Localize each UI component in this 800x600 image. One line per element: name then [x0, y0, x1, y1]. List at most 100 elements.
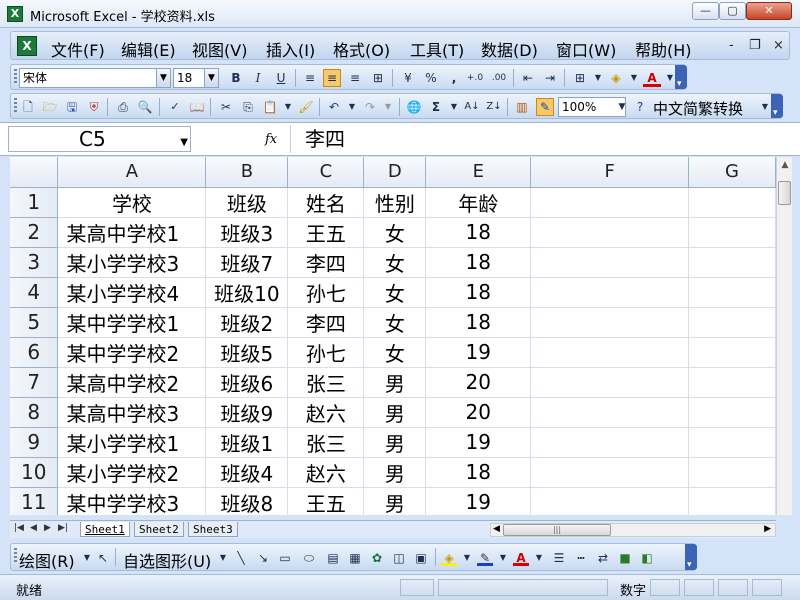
- cell[interactable]: 王五: [287, 487, 365, 515]
- paste-icon[interactable]: 📋: [261, 98, 279, 116]
- spelling-icon[interactable]: ✓: [166, 98, 184, 116]
- cell[interactable]: 班级3: [205, 217, 289, 248]
- cell[interactable]: 王五: [287, 217, 365, 248]
- chart-wizard-icon[interactable]: ▥: [513, 98, 531, 116]
- save-icon[interactable]: 🖫: [63, 98, 81, 116]
- cell[interactable]: 某小学学校1: [57, 427, 207, 458]
- cell[interactable]: 赵六: [287, 457, 365, 488]
- autosum-icon[interactable]: Σ: [427, 98, 445, 116]
- font-color-icon[interactable]: A: [513, 550, 529, 566]
- cell[interactable]: 18: [425, 217, 532, 248]
- cell[interactable]: 学校: [57, 187, 207, 218]
- cut-icon[interactable]: ✂: [217, 98, 235, 116]
- cell[interactable]: 李四: [287, 247, 365, 278]
- cell[interactable]: [688, 307, 776, 338]
- cell[interactable]: 某小学学校4: [57, 277, 207, 308]
- cell[interactable]: [688, 247, 776, 278]
- cell[interactable]: 年龄: [425, 187, 532, 218]
- align-center-icon[interactable]: ≡: [323, 69, 341, 87]
- column-header[interactable]: C: [287, 157, 365, 188]
- toolbar-grip[interactable]: [14, 69, 17, 85]
- increase-decimal-button[interactable]: +.0: [466, 69, 484, 87]
- cell[interactable]: 女: [363, 337, 427, 368]
- menu-view[interactable]: 视图(V): [192, 37, 247, 61]
- cell[interactable]: 女: [363, 247, 427, 278]
- cell[interactable]: 赵六: [287, 397, 365, 428]
- sort-descending-icon[interactable]: Z↓: [485, 98, 503, 116]
- shadow-style-icon[interactable]: ■: [617, 550, 633, 566]
- permission-icon[interactable]: ⛨: [85, 98, 103, 116]
- chinese-convert-button[interactable]: 中文简繁转换: [653, 98, 743, 119]
- fill-color-icon[interactable]: ◈: [441, 550, 457, 566]
- draw-menu-button[interactable]: 绘图(R): [19, 548, 75, 572]
- horizontal-scrollbar[interactable]: ◀ ||| ▶: [490, 523, 776, 537]
- row-header[interactable]: 11: [10, 487, 59, 515]
- column-header[interactable]: G: [688, 157, 776, 188]
- menu-edit[interactable]: 编辑(E): [121, 37, 176, 61]
- column-header[interactable]: D: [363, 157, 427, 188]
- hyperlink-icon[interactable]: 🌐: [405, 98, 423, 116]
- close-button[interactable]: ✕: [746, 2, 792, 20]
- minimize-button[interactable]: —: [692, 2, 719, 20]
- name-box[interactable]: C5 ▼: [8, 126, 191, 152]
- cell[interactable]: 女: [363, 307, 427, 338]
- cell[interactable]: [688, 397, 776, 428]
- cell[interactable]: [530, 247, 690, 278]
- cell[interactable]: 孙七: [287, 277, 365, 308]
- cell[interactable]: 班级4: [205, 457, 289, 488]
- column-header[interactable]: A: [57, 157, 207, 188]
- cell[interactable]: [530, 427, 690, 458]
- menu-data[interactable]: 数据(D): [481, 37, 538, 61]
- sort-ascending-icon[interactable]: A↓: [463, 98, 481, 116]
- increase-indent-icon[interactable]: ⇥: [541, 69, 559, 87]
- row-header[interactable]: 10: [10, 457, 59, 488]
- sheet-tab-3[interactable]: Sheet3: [188, 522, 238, 537]
- cell[interactable]: 某中学学校2: [57, 337, 207, 368]
- menu-tools[interactable]: 工具(T): [410, 37, 464, 61]
- cell[interactable]: [530, 457, 690, 488]
- chevron-down-icon[interactable]: ▼: [459, 550, 475, 566]
- comma-style-button[interactable]: ,: [445, 69, 463, 87]
- cell[interactable]: [688, 337, 776, 368]
- row-header[interactable]: 4: [10, 277, 59, 308]
- row-header[interactable]: 5: [10, 307, 59, 338]
- cell[interactable]: 19: [425, 427, 532, 458]
- cell[interactable]: 张三: [287, 427, 365, 458]
- next-sheet-icon[interactable]: ▶: [44, 523, 51, 533]
- cell[interactable]: [530, 397, 690, 428]
- toolbar-options-button[interactable]: [675, 65, 687, 89]
- line-icon[interactable]: ╲: [233, 550, 249, 566]
- menu-help[interactable]: 帮助(H): [635, 37, 692, 61]
- cell[interactable]: 男: [363, 427, 427, 458]
- row-header[interactable]: 6: [10, 337, 59, 368]
- row-header[interactable]: 8: [10, 397, 59, 428]
- cell[interactable]: 某小学学校2: [57, 457, 207, 488]
- cell[interactable]: 18: [425, 457, 532, 488]
- vertical-scroll-thumb[interactable]: [778, 181, 791, 205]
- doc-minimize-button[interactable]: -: [729, 38, 734, 53]
- picture-icon[interactable]: ▣: [413, 550, 429, 566]
- chevron-down-icon[interactable]: ▼: [215, 550, 231, 566]
- percent-button[interactable]: %: [422, 69, 440, 87]
- scroll-right-icon[interactable]: ▶: [764, 524, 771, 534]
- maximize-button[interactable]: ▢: [719, 2, 746, 20]
- workbook-icon[interactable]: X: [17, 36, 37, 56]
- row-header[interactable]: 3: [10, 247, 59, 278]
- cell[interactable]: 班级5: [205, 337, 289, 368]
- cell[interactable]: [688, 277, 776, 308]
- cell[interactable]: [688, 187, 776, 218]
- copy-icon[interactable]: ⎘: [239, 98, 257, 116]
- cell[interactable]: [688, 217, 776, 248]
- column-header[interactable]: B: [205, 157, 289, 188]
- align-right-icon[interactable]: ≡: [346, 69, 364, 87]
- underline-button[interactable]: U: [272, 69, 290, 87]
- select-all-corner[interactable]: [10, 157, 59, 188]
- chevron-down-icon[interactable]: ▼: [156, 69, 170, 87]
- cell[interactable]: [688, 367, 776, 398]
- cell[interactable]: 某中学学校3: [57, 487, 207, 515]
- select-objects-icon[interactable]: ↖: [95, 550, 111, 566]
- cell[interactable]: 张三: [287, 367, 365, 398]
- undo-icon[interactable]: ↶: [325, 98, 343, 116]
- formula-input[interactable]: 李四: [290, 125, 795, 153]
- chevron-down-icon[interactable]: ▼: [204, 69, 218, 87]
